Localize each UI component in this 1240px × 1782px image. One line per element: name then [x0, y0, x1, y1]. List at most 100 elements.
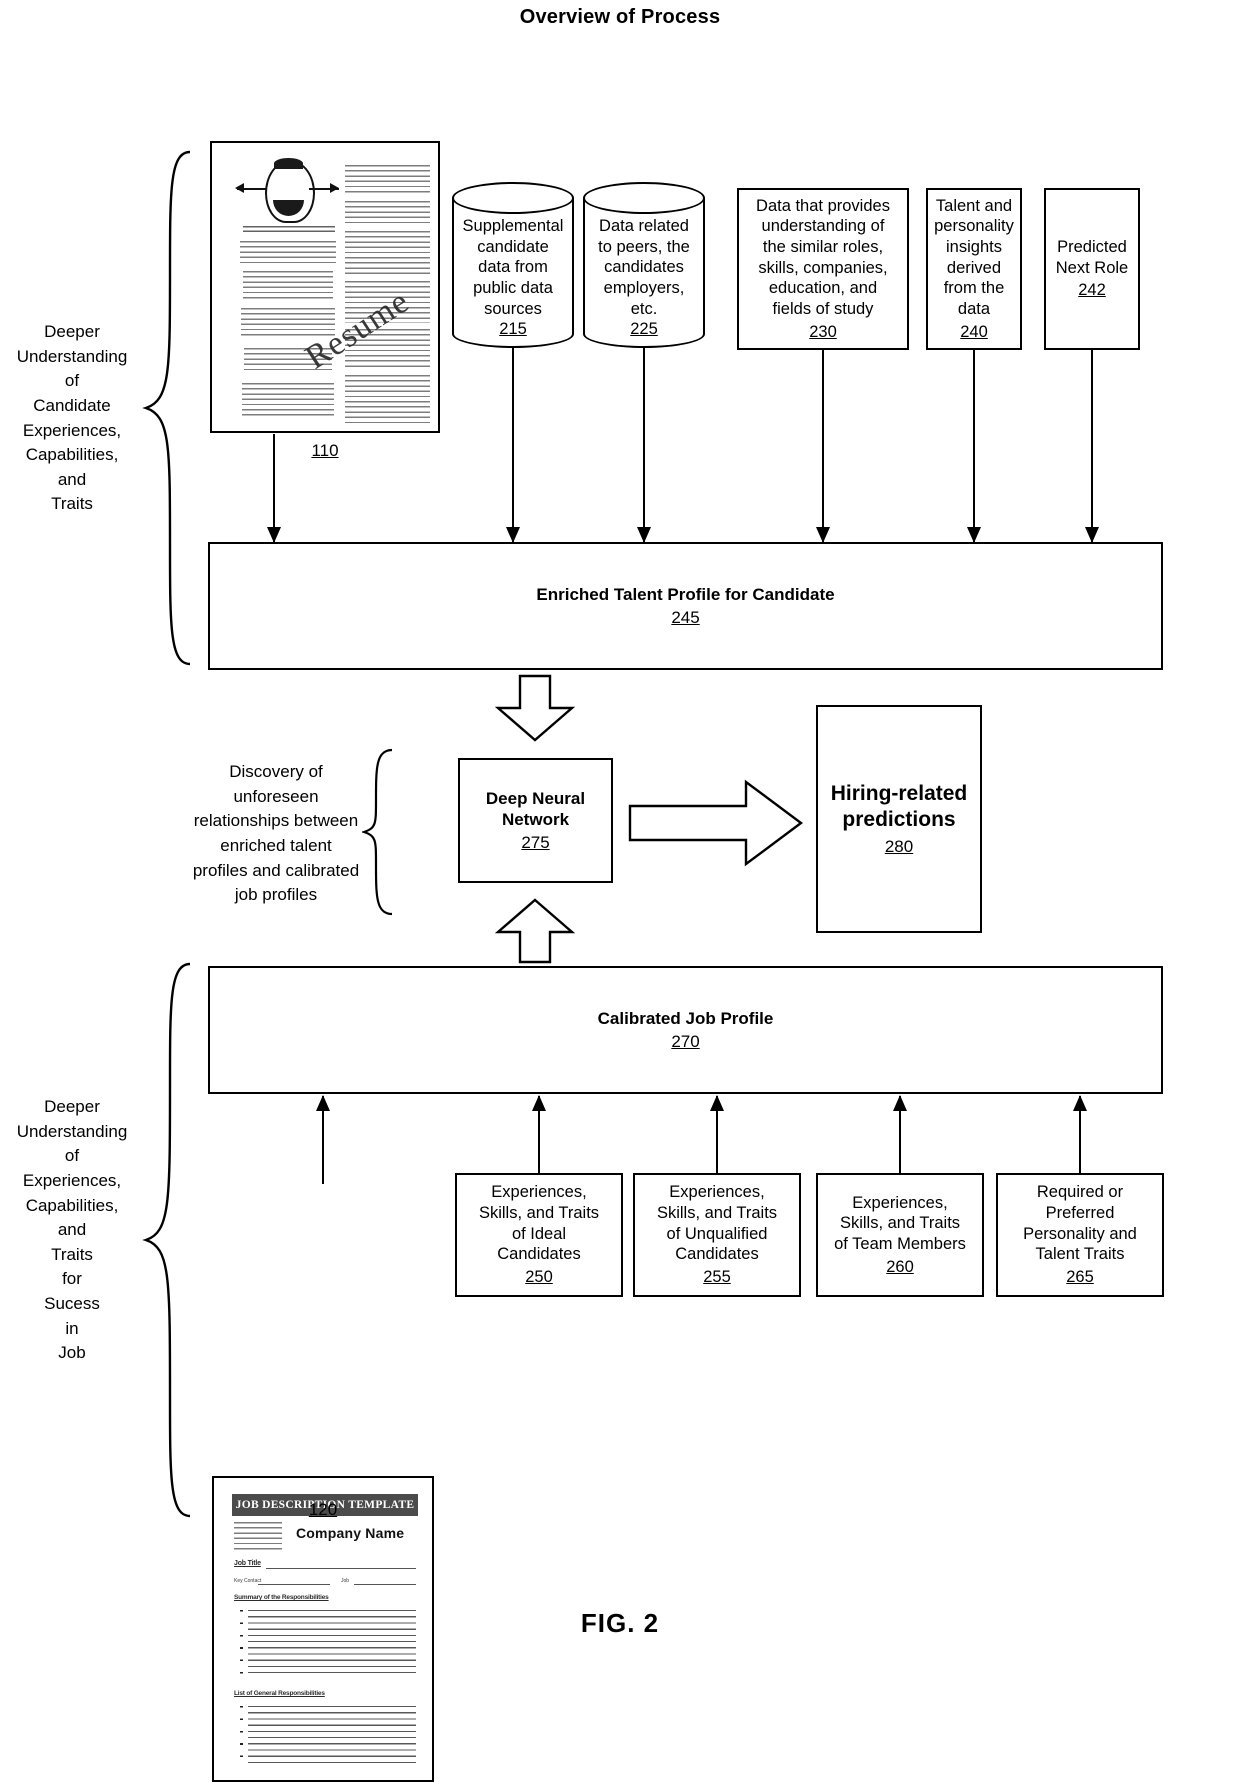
arrow-265-up	[1073, 1095, 1087, 1174]
arrow-242-to-enriched	[1085, 350, 1099, 543]
node-unqualified-candidates: Experiences, Skills, and Traits of Unqua…	[633, 1173, 801, 1297]
resume-right-block-3	[345, 231, 430, 275]
job-template-ref-label: 120	[308, 1500, 338, 1519]
node-ref: 260	[886, 1257, 914, 1276]
calibrated-job-profile-box: Calibrated Job Profile 270	[208, 966, 1163, 1094]
arrowhead	[637, 527, 651, 543]
arrow-230-to-enriched	[816, 350, 830, 543]
jdt-job-title-rule	[266, 1568, 416, 1569]
deep-neural-network-ref: 275	[521, 833, 550, 853]
node-ref: 250	[525, 1267, 553, 1286]
bottom-section-brace	[142, 962, 191, 1518]
arrowhead	[967, 527, 981, 543]
resume-name-line	[243, 226, 335, 233]
side-label-bottom: Deeper Understanding of Experiences, Cap…	[16, 1097, 128, 1363]
middle-section-brace	[362, 748, 393, 916]
hiring-predictions-ref: 280	[884, 836, 914, 856]
resume-ref-label: 110	[311, 441, 339, 460]
node-text: Experiences, Skills, and Traits of Team …	[834, 1193, 966, 1253]
node-text: Data related to peers, the candidates em…	[598, 217, 690, 318]
resume-right-block-2	[345, 201, 430, 225]
side-label-top: Deeper Understanding of Candidate Experi…	[16, 322, 128, 514]
arrowhead	[816, 527, 830, 543]
node-text: Predicted Next Role	[1055, 238, 1129, 277]
jdt-section-2-bullets	[240, 1706, 243, 1768]
resume-right-block-6	[345, 375, 430, 423]
node-text: Required or Preferred Personality and Ta…	[1023, 1183, 1137, 1264]
resume-avatar-hair	[274, 158, 303, 169]
calibrated-job-profile-label: Calibrated Job Profile	[597, 1008, 774, 1028]
deep-neural-network-label: Deep Neural Network	[485, 788, 586, 829]
resume-avatar-arrow-right	[330, 183, 339, 193]
node-team-members: Experiences, Skills, and Traits of Team …	[816, 1173, 984, 1297]
resume-right-block-1	[345, 165, 430, 195]
arrowhead	[316, 1095, 330, 1111]
node-ref: 240	[960, 322, 988, 341]
arrow-215-to-enriched	[506, 348, 520, 543]
block-arrow-calibrated-to-dnn	[494, 898, 576, 964]
node-ref: 225	[630, 320, 658, 339]
enriched-talent-profile-ref: 245	[671, 608, 700, 627]
resume-avatar-arrow-left	[235, 183, 244, 193]
jdt-section-1-heading: Summary of the Responsibilities	[234, 1594, 329, 1601]
node-text: Experiences, Skills, and Traits of Ideal…	[478, 1183, 600, 1264]
resume-thumbnail: Resume	[210, 141, 440, 433]
jdt-job-label: Job	[341, 1578, 350, 1584]
arrow-260-up	[893, 1095, 907, 1174]
jdt-job-rule	[354, 1584, 416, 1585]
node-text: Experiences, Skills, and Traits of Unqua…	[656, 1183, 778, 1264]
node-ref: 265	[1066, 1267, 1094, 1286]
arrowhead	[506, 527, 520, 543]
jdt-section-2-heading: List of General Responsibilities	[234, 1690, 325, 1697]
cylinder-top-ellipse	[452, 182, 574, 214]
node-supplemental-candidate-data: Supplemental candidate data from public …	[452, 182, 574, 348]
jdt-job-title-label: Job Title	[234, 1560, 261, 1567]
arrow-250-up	[532, 1095, 546, 1174]
calibrated-job-profile-ref: 270	[671, 1032, 700, 1051]
resume-left-block-2	[243, 271, 333, 299]
hiring-predictions-label: Hiring-related predictions	[830, 782, 968, 832]
resume-left-block-1	[240, 241, 336, 263]
enriched-talent-profile-box: Enriched Talent Profile for Candidate 24…	[208, 542, 1163, 670]
node-ref: 215	[499, 320, 527, 339]
top-section-brace	[142, 150, 191, 666]
block-arrow-dnn-to-predictions	[628, 779, 804, 867]
side-label-middle: Discovery of unforeseen relationships be…	[192, 762, 360, 905]
jdt-key-contact-rule	[258, 1584, 330, 1585]
cylinder-top-ellipse	[583, 182, 705, 214]
enriched-talent-profile-label: Enriched Talent Profile for Candidate	[536, 584, 835, 604]
arrow-255-up	[710, 1095, 724, 1174]
arrow-225-to-enriched	[637, 348, 651, 543]
node-label: Data related to peers, the candidates em…	[585, 216, 703, 344]
node-talent-personality-insights: Talent and personality insights derived …	[926, 188, 1022, 350]
page-title: Overview of Process	[519, 6, 721, 28]
node-data-similar-roles: Data that provides understanding of the …	[737, 188, 909, 350]
arrow-240-to-enriched	[967, 350, 981, 543]
arrowhead	[1085, 527, 1099, 543]
node-ref: 230	[809, 322, 837, 341]
node-ideal-candidates: Experiences, Skills, and Traits of Ideal…	[455, 1173, 623, 1297]
arrowhead	[267, 527, 281, 543]
node-ref: 255	[703, 1267, 731, 1286]
node-label: Supplemental candidate data from public …	[454, 216, 572, 344]
arrowhead	[532, 1095, 546, 1111]
arrow-template-to-calibrated	[316, 1095, 330, 1184]
arrowhead	[893, 1095, 907, 1111]
resume-left-block-5	[242, 383, 334, 417]
figure-caption: FIG. 2	[580, 1608, 660, 1638]
node-ref: 242	[1078, 281, 1106, 300]
jdt-section-2-lines	[248, 1706, 416, 1768]
arrow-resume-to-enriched	[267, 434, 281, 543]
arrowhead	[1073, 1095, 1087, 1111]
jdt-contact-block	[234, 1522, 282, 1552]
hiring-predictions-box: Hiring-related predictions 280	[816, 705, 982, 933]
node-predicted-next-role: Predicted Next Role 242	[1044, 188, 1140, 350]
jdt-company-name: Company Name	[296, 1525, 405, 1541]
block-arrow-enriched-to-dnn	[494, 674, 576, 742]
node-data-related-to-peers: Data related to peers, the candidates em…	[583, 182, 705, 348]
node-text: Talent and personality insights derived …	[934, 196, 1014, 318]
node-text: Data that provides understanding of the …	[756, 196, 890, 318]
node-personality-talent-traits: Required or Preferred Personality and Ta…	[996, 1173, 1164, 1297]
deep-neural-network-box: Deep Neural Network 275	[458, 758, 613, 883]
arrowhead	[710, 1095, 724, 1111]
